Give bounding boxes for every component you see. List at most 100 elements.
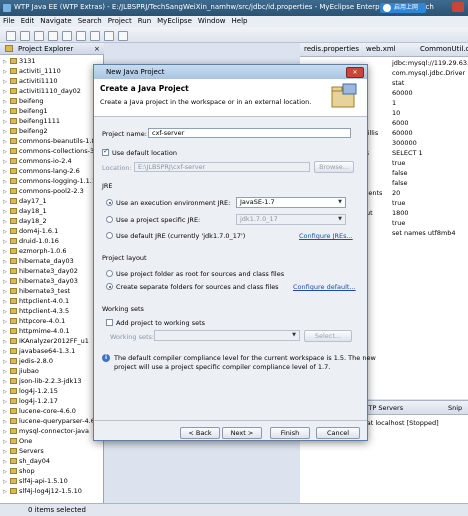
expand-arrow-icon[interactable]: ▷ bbox=[0, 168, 10, 176]
expand-arrow-icon[interactable]: ▷ bbox=[0, 458, 10, 466]
close-icon[interactable] bbox=[452, 2, 464, 12]
tab-redis-properties[interactable]: redis.properties bbox=[304, 45, 359, 53]
expand-arrow-icon[interactable]: ▷ bbox=[0, 208, 10, 216]
select-working-sets-button[interactable]: Select... bbox=[304, 330, 352, 342]
menu-myeclipse[interactable]: MyEclipse bbox=[154, 16, 195, 26]
tree-item[interactable]: ▷ dom4j-1.6.1 bbox=[0, 227, 104, 236]
tree-item[interactable]: ▷ activiti_1110 bbox=[0, 67, 104, 76]
menu-edit[interactable]: Edit bbox=[18, 16, 38, 26]
server-row[interactable]: r at localhost [Stopped] bbox=[362, 419, 439, 427]
tree-item[interactable]: ▷ activiti1110_day02 bbox=[0, 87, 104, 96]
tree-item[interactable]: ▷ javabase64-1.3.1 bbox=[0, 347, 104, 356]
new-icon[interactable] bbox=[6, 31, 16, 41]
menu-project[interactable]: Project bbox=[105, 16, 135, 26]
add-working-sets-checkbox[interactable] bbox=[106, 319, 113, 326]
expand-arrow-icon[interactable]: ▷ bbox=[0, 108, 10, 116]
expand-arrow-icon[interactable]: ▷ bbox=[0, 228, 10, 236]
expand-arrow-icon[interactable]: ▷ bbox=[0, 88, 10, 96]
expand-arrow-icon[interactable]: ▷ bbox=[0, 288, 10, 296]
menu-file[interactable]: File bbox=[0, 16, 18, 26]
expand-arrow-icon[interactable]: ▷ bbox=[0, 298, 10, 306]
tree-item[interactable]: ▷ 3131 bbox=[0, 57, 104, 66]
expand-arrow-icon[interactable]: ▷ bbox=[0, 448, 10, 456]
location-input[interactable]: E:\JLBSPRJ\cxf-server bbox=[134, 162, 310, 172]
tree-item[interactable]: ▷ httpcore-4.0.1 bbox=[0, 317, 104, 326]
tree-item[interactable]: ▷ log4j-1.2.17 bbox=[0, 397, 104, 406]
tree-item[interactable]: ▷ commons-lang-2.6 bbox=[0, 167, 104, 176]
tab-commonutil[interactable]: CommonUtil.cl bbox=[420, 45, 468, 53]
expand-arrow-icon[interactable]: ▷ bbox=[0, 418, 10, 426]
expand-arrow-icon[interactable]: ▷ bbox=[0, 428, 10, 436]
tree-item[interactable]: ▷ hibernate_day03 bbox=[0, 257, 104, 266]
tree-item[interactable]: ▷ ezmorph-1.0.6 bbox=[0, 247, 104, 256]
tree-item[interactable]: ▷ beifeng1111 bbox=[0, 117, 104, 126]
tree-item[interactable]: ▷ day17_1 bbox=[0, 197, 104, 206]
cancel-button[interactable]: Cancel bbox=[316, 427, 360, 439]
run-icon[interactable] bbox=[62, 31, 72, 41]
expand-arrow-icon[interactable]: ▷ bbox=[0, 318, 10, 326]
tree-item[interactable]: ▷ hibernate3_day02 bbox=[0, 267, 104, 276]
tab-web-xml[interactable]: web.xml bbox=[366, 45, 396, 53]
tree-item[interactable]: ▷ commons-io-2.4 bbox=[0, 157, 104, 166]
menu-window[interactable]: Window bbox=[195, 16, 229, 26]
expand-arrow-icon[interactable]: ▷ bbox=[0, 388, 10, 396]
tree-item[interactable]: ▷ httpmime-4.0.1 bbox=[0, 327, 104, 336]
expand-arrow-icon[interactable]: ▷ bbox=[0, 478, 10, 486]
expand-arrow-icon[interactable]: ▷ bbox=[0, 338, 10, 346]
tree-item[interactable]: ▷ commons-collections-3.2.1 bbox=[0, 147, 104, 156]
expand-arrow-icon[interactable]: ▷ bbox=[0, 468, 10, 476]
expand-arrow-icon[interactable]: ▷ bbox=[0, 238, 10, 246]
expand-arrow-icon[interactable]: ▷ bbox=[0, 198, 10, 206]
tree-item[interactable]: ▷ druid-1.0.16 bbox=[0, 237, 104, 246]
tree-item[interactable]: ▷ json-lib-2.2.3-jdk13 bbox=[0, 377, 104, 386]
close-tab-icon[interactable]: × bbox=[94, 45, 100, 53]
configure-jres-link[interactable]: Configure JREs... bbox=[299, 232, 353, 240]
menu-help[interactable]: Help bbox=[229, 16, 251, 26]
back-button[interactable]: < Back bbox=[180, 427, 220, 439]
tree-item[interactable]: ▷ day18_1 bbox=[0, 207, 104, 216]
expand-arrow-icon[interactable]: ▷ bbox=[0, 178, 10, 186]
save-icon[interactable] bbox=[20, 31, 30, 41]
tree-item[interactable]: ▷ IKAnalyzer2012FF_u1 bbox=[0, 337, 104, 346]
forward-icon[interactable] bbox=[118, 31, 128, 41]
expand-arrow-icon[interactable]: ▷ bbox=[0, 58, 10, 66]
expand-arrow-icon[interactable]: ▷ bbox=[0, 408, 10, 416]
tree-item[interactable]: ▷ commons-pool2-2.3 bbox=[0, 187, 104, 196]
tree-item[interactable]: ▷ activiti1110 bbox=[0, 77, 104, 86]
jre-project-specific-radio[interactable] bbox=[106, 216, 113, 223]
tree-item[interactable]: ▷ beifeng2 bbox=[0, 127, 104, 136]
expand-arrow-icon[interactable]: ▷ bbox=[0, 68, 10, 76]
print-icon[interactable] bbox=[34, 31, 44, 41]
expand-arrow-icon[interactable]: ▷ bbox=[0, 98, 10, 106]
tree-item[interactable]: ▷ beifeng bbox=[0, 97, 104, 106]
finish-button[interactable]: Finish bbox=[270, 427, 310, 439]
jre-execution-env-radio[interactable] bbox=[106, 199, 113, 206]
expand-arrow-icon[interactable]: ▷ bbox=[0, 118, 10, 126]
tree-item[interactable]: ▷ lucene-core-4.6.0 bbox=[0, 407, 104, 416]
tree-item[interactable]: ▷ mysql-connector-java bbox=[0, 427, 104, 436]
expand-arrow-icon[interactable]: ▷ bbox=[0, 188, 10, 196]
browse-button[interactable]: Browse... bbox=[314, 161, 354, 173]
tree-item[interactable]: ▷ slf4j-api-1.5.10 bbox=[0, 477, 104, 486]
tab-snippets[interactable]: Snip bbox=[448, 404, 462, 412]
menu-run[interactable]: Run bbox=[135, 16, 154, 26]
tree-item[interactable]: ▷ commons-logging-1.1.1 bbox=[0, 177, 104, 186]
expand-arrow-icon[interactable]: ▷ bbox=[0, 128, 10, 136]
expand-arrow-icon[interactable]: ▷ bbox=[0, 328, 10, 336]
tree-item[interactable]: ▷ hibernate3_test bbox=[0, 287, 104, 296]
tree-item[interactable]: ▷ Servers bbox=[0, 447, 104, 456]
tree-item[interactable]: ▷ log4j-1.2.15 bbox=[0, 387, 104, 396]
tree-item[interactable]: ▷ day18_2 bbox=[0, 217, 104, 226]
expand-arrow-icon[interactable]: ▷ bbox=[0, 158, 10, 166]
tab-wtp-servers[interactable]: WTP Servers bbox=[362, 404, 403, 412]
menu-search[interactable]: Search bbox=[75, 16, 105, 26]
expand-arrow-icon[interactable]: ▷ bbox=[0, 368, 10, 376]
expand-arrow-icon[interactable]: ▷ bbox=[0, 438, 10, 446]
dialog-close-icon[interactable]: ✕ bbox=[346, 67, 364, 78]
tree-item[interactable]: ▷ shop bbox=[0, 467, 104, 476]
tree-item[interactable]: ▷ jiubao bbox=[0, 367, 104, 376]
tree-item[interactable]: ▷ sh_day04 bbox=[0, 457, 104, 466]
working-sets-select[interactable]: ▼ bbox=[154, 330, 300, 341]
expand-arrow-icon[interactable]: ▷ bbox=[0, 378, 10, 386]
expand-arrow-icon[interactable]: ▷ bbox=[0, 488, 10, 496]
